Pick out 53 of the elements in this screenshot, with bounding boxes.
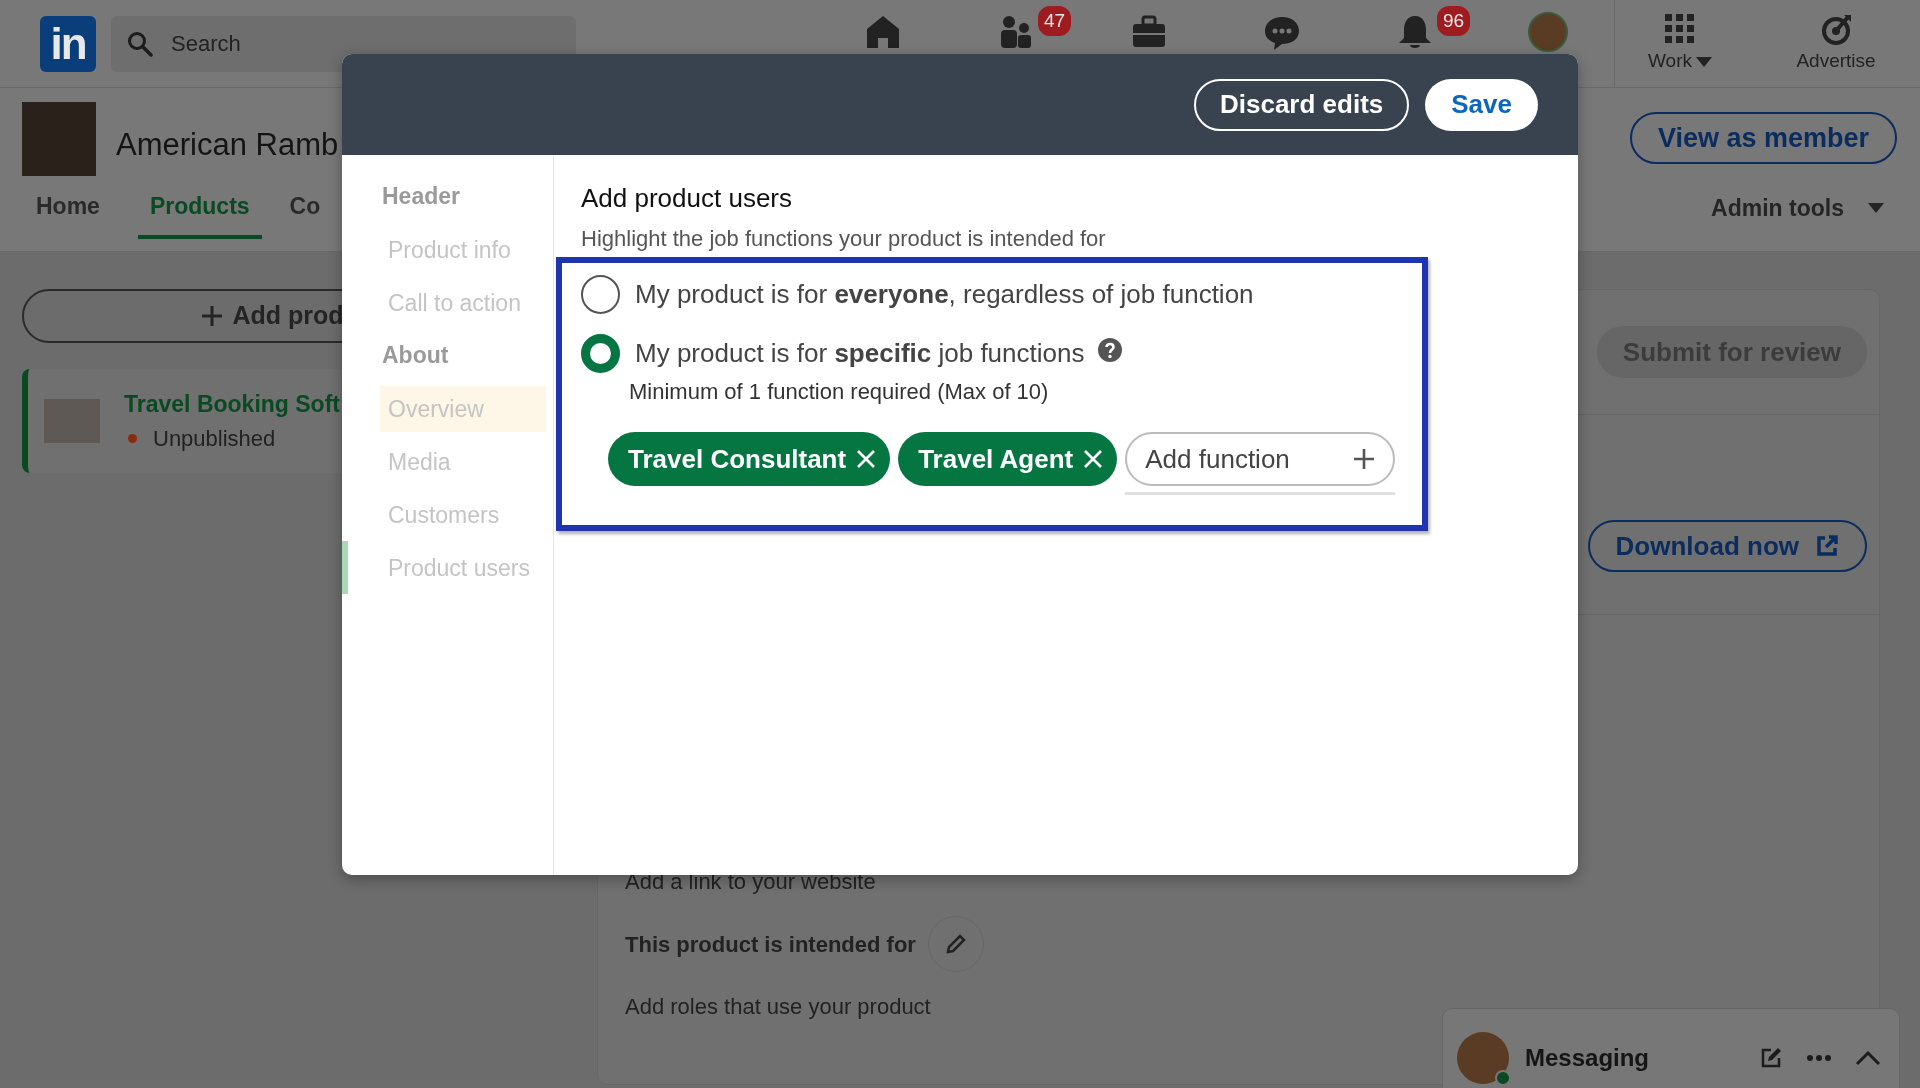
radio-label: My product is for specific job functions [635, 337, 1085, 370]
section-heading: This product is intended for [625, 930, 916, 959]
sidebar-item[interactable]: Customers [342, 488, 553, 541]
messaging-bar[interactable]: Messaging [1442, 1008, 1900, 1088]
modal-subtitle: Highlight the job functions your product is intended for [581, 225, 1107, 253]
page-tab[interactable]: Home [24, 177, 112, 239]
messaging-title: Messaging [1525, 1043, 1651, 1073]
caret-icon [1868, 203, 1884, 213]
sidebar-item[interactable]: Product info [342, 223, 553, 276]
avatar[interactable] [1527, 11, 1568, 52]
logo[interactable]: in [40, 15, 96, 72]
radio-label: My product is for everyone, regardless of job function [635, 278, 1254, 311]
product-name: Travel Booking Soft [124, 390, 340, 420]
helper-text: Minimum of 1 function required (Max of 10) [629, 378, 1050, 406]
sidebar-item[interactable]: Product users [342, 541, 553, 594]
close-icon [856, 449, 877, 469]
search-icon [127, 30, 153, 57]
online-status-icon [1495, 1070, 1511, 1086]
caret-icon [1696, 56, 1712, 67]
plus-icon [1353, 448, 1376, 470]
page-tab[interactable]: Co [277, 177, 333, 239]
discard-button[interactable]: Discard edits [1193, 78, 1410, 131]
modal-title: Add product users [581, 182, 793, 215]
status-dot [128, 433, 137, 443]
admin-tools-menu[interactable]: Admin tools [1705, 189, 1890, 227]
helper-text: Add roles that use your product [625, 993, 932, 1021]
sidebar-heading: Header [381, 182, 461, 211]
function-chip[interactable]: Travel Agent [898, 432, 1118, 486]
search-input[interactable]: Search [169, 26, 549, 61]
page-tab[interactable]: Products [137, 177, 262, 239]
save-button[interactable]: Save [1425, 78, 1538, 131]
radio-button[interactable] [581, 334, 620, 373]
chevron-up-icon[interactable] [1855, 1050, 1881, 1066]
view-as-member-button[interactable]: View as member [1629, 112, 1897, 164]
more-icon[interactable] [1807, 1054, 1831, 1062]
download-now-button[interactable]: Download now [1587, 520, 1867, 572]
add-function-button[interactable]: Add function [1125, 432, 1396, 486]
advertise-link[interactable]: Advertise [1761, 0, 1911, 88]
plus-icon [200, 304, 225, 328]
external-link-icon [1815, 534, 1839, 558]
page-title: American Ramb [116, 126, 339, 164]
notification-count: 47 [1036, 3, 1074, 38]
product-status: Unpublished [153, 424, 276, 453]
work-menu[interactable]: Work [1615, 0, 1745, 88]
compose-icon[interactable] [1759, 1046, 1783, 1070]
pencil-icon [943, 932, 968, 956]
sidebar-heading: About [381, 341, 450, 370]
photo-placeholder [44, 399, 100, 443]
radio-button[interactable] [581, 275, 620, 314]
help-icon[interactable] [1098, 337, 1123, 362]
notification-count: 96 [1435, 3, 1473, 38]
function-chip[interactable]: Travel Consultant [608, 432, 891, 486]
close-icon [1083, 449, 1104, 469]
